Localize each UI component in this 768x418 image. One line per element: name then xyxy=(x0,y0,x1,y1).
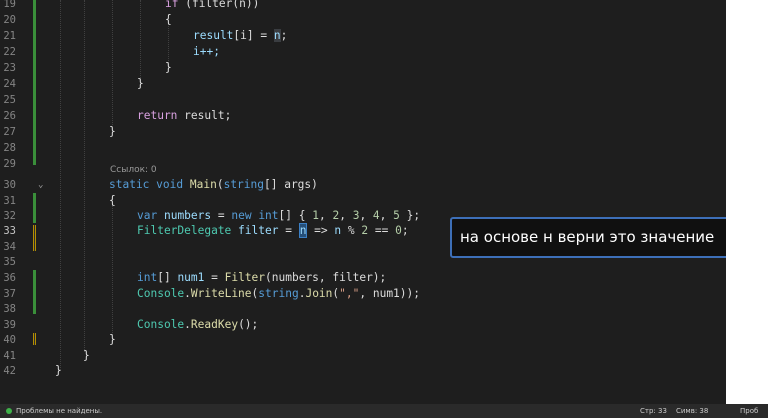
code-line: return result; xyxy=(137,109,232,122)
code-line: result[i] = n; xyxy=(193,29,288,42)
change-indicator-saved xyxy=(33,0,36,165)
line-number: 20 xyxy=(3,14,16,26)
line-number: 41 xyxy=(3,350,16,362)
line-number: 28 xyxy=(3,142,16,154)
change-indicator-saved xyxy=(33,270,36,314)
indent-guide xyxy=(60,0,61,370)
change-indicator-modified xyxy=(33,333,36,345)
code-line: if (filter(n)) xyxy=(165,0,260,10)
code-line-current[interactable]: FilterDelegate filter = n => n % 2 == 0; xyxy=(137,223,409,239)
line-number: 35 xyxy=(3,256,16,268)
code-line: Console.WriteLine(string.Join(",", num1)… xyxy=(137,287,420,300)
code-line: } xyxy=(165,61,172,74)
code-line: { xyxy=(109,194,116,207)
codelens-references[interactable]: Ссылок: 0 xyxy=(110,165,157,175)
line-number: 34 xyxy=(3,241,16,253)
column-indicator[interactable]: Симв: 38 xyxy=(676,404,708,418)
line-number: 19 xyxy=(3,0,16,10)
line-number: 32 xyxy=(3,210,16,222)
line-number: 29 xyxy=(3,158,16,170)
code-line: } xyxy=(55,364,62,377)
code-line: var numbers = new int[] { 1, 2, 3, 4, 5 … xyxy=(137,209,421,222)
line-number-active: 33 xyxy=(3,225,16,237)
line-number: 24 xyxy=(3,78,16,90)
line-number: 38 xyxy=(3,303,16,315)
line-number: 26 xyxy=(3,110,16,122)
line-indicator[interactable]: Стр: 33 xyxy=(640,404,667,418)
subtitle-overlay: на основе н верни это значение xyxy=(450,217,766,258)
indent-guide xyxy=(84,0,85,352)
code-line: } xyxy=(109,125,116,138)
line-number: 36 xyxy=(3,272,16,284)
line-number: 23 xyxy=(3,62,16,74)
line-number-gutter: 19 20 21 22 23 24 25 26 27 28 29 30 31 3… xyxy=(0,0,52,404)
line-number: 40 xyxy=(3,334,16,346)
line-number: 37 xyxy=(3,288,16,300)
fold-chevron-icon[interactable]: ⌄ xyxy=(38,177,43,193)
change-indicator-saved xyxy=(33,193,36,223)
indent-guide xyxy=(112,205,113,335)
line-number: 42 xyxy=(3,365,16,377)
status-right-label[interactable]: Проб xyxy=(740,404,758,418)
code-line: int[] num1 = Filter(numbers, filter); xyxy=(137,271,387,284)
change-indicator-modified xyxy=(33,225,36,251)
code-line: Console.ReadKey(); xyxy=(137,318,259,331)
code-line: static void Main(string[] args) xyxy=(109,178,318,191)
code-editor[interactable]: 19 20 21 22 23 24 25 26 27 28 29 30 31 3… xyxy=(0,0,768,404)
line-number: 22 xyxy=(3,46,16,58)
code-line: } xyxy=(109,333,116,346)
code-line: } xyxy=(137,77,144,90)
right-panel xyxy=(726,0,768,404)
line-number: 31 xyxy=(3,195,16,207)
code-line: } xyxy=(83,349,90,362)
status-bar: Проблемы не найдены. Стр: 33 Симв: 38 Пр… xyxy=(0,404,768,418)
indent-guide xyxy=(112,0,113,125)
code-line: i++; xyxy=(193,45,220,58)
indent-guide xyxy=(140,0,141,80)
line-number: 27 xyxy=(3,126,16,138)
problems-status[interactable]: Проблемы не найдены. xyxy=(16,404,102,418)
code-line: { xyxy=(165,13,172,26)
line-number: 25 xyxy=(3,94,16,106)
line-number: 30 xyxy=(3,179,16,191)
line-number: 39 xyxy=(3,319,16,331)
line-number: 21 xyxy=(3,30,16,42)
